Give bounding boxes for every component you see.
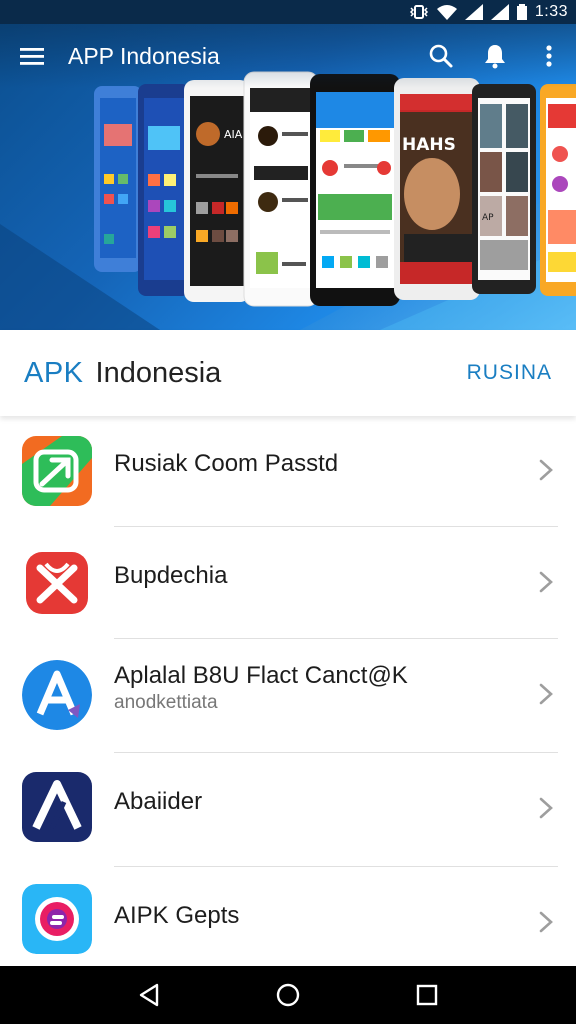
section-header: APK Indonesia RUSINA <box>0 330 576 416</box>
svg-text:AP: AP <box>482 213 494 223</box>
app-name: Bupdechia <box>114 562 228 589</box>
recents-icon <box>416 984 437 1006</box>
phone-mockup-2 <box>138 84 190 296</box>
search-icon <box>429 44 453 68</box>
list-item-text: Rusiak Coom Passtd <box>114 450 516 478</box>
svg-text:HAHS: HAHS <box>402 135 456 155</box>
pink-ring-app-icon <box>22 884 92 954</box>
app-name: Rusiak Coom Passtd <box>114 450 339 477</box>
divider <box>114 866 558 867</box>
app-bar: APP Indonesia <box>0 24 576 88</box>
app-list: Rusiak Coom Passtd Bupdechia Aplalal B8U… <box>0 416 576 966</box>
chevron-right-icon <box>539 683 553 705</box>
section-prefix: APK <box>24 356 84 389</box>
notifications-button[interactable] <box>468 24 522 88</box>
app-subtitle: anodkettiata <box>114 692 218 713</box>
list-item[interactable]: Rusiak Coom Passtd <box>0 416 576 526</box>
signal-icon-2 <box>490 4 509 20</box>
section-action-link[interactable]: RUSINA <box>467 361 552 385</box>
back-icon <box>140 983 159 1007</box>
vibrate-icon <box>409 4 429 20</box>
overflow-menu-button[interactable] <box>522 24 576 88</box>
chevron-right-icon <box>539 571 553 593</box>
divider <box>114 638 558 639</box>
back-button[interactable] <box>119 966 179 1024</box>
phone-mockup-6: HAHS <box>394 78 480 300</box>
phone-mockup-3: AIA <box>184 80 250 302</box>
list-item-text: Bupdechia <box>114 562 516 590</box>
recents-button[interactable] <box>397 966 457 1024</box>
more-vert-icon <box>546 45 552 67</box>
phone-mockup-7: AP <box>472 84 536 294</box>
red-x-app-icon <box>22 548 92 618</box>
hamburger-menu-icon <box>20 48 44 65</box>
app-name: Abaiider <box>114 788 203 815</box>
list-item-text: Aplalal B8U Flact Canct@K anodkettiata <box>114 662 516 714</box>
notifications-bell-icon <box>485 45 505 69</box>
svg-text:AIA: AIA <box>224 128 243 141</box>
battery-icon <box>516 4 527 20</box>
section-title: Indonesia <box>95 356 222 389</box>
list-item-text: AIPK Gepts <box>114 902 516 930</box>
menu-button[interactable] <box>0 24 64 88</box>
divider <box>114 526 558 527</box>
app-name: Aplalal B8U Flact Canct@K <box>114 662 408 689</box>
list-item[interactable]: Aplalal B8U Flact Canct@K anodkettiata <box>0 640 576 750</box>
chevron-right-icon <box>539 797 553 819</box>
divider <box>114 752 558 753</box>
chevron-right-icon <box>539 911 553 933</box>
search-button[interactable] <box>414 24 468 88</box>
wifi-icon <box>436 4 457 20</box>
status-clock: 1:33 <box>534 3 568 20</box>
blue-letter-a-app-icon <box>22 660 92 730</box>
chevron-right-icon <box>539 459 553 481</box>
list-item[interactable]: Bupdechia <box>0 528 576 638</box>
list-item[interactable]: Abaiider <box>0 754 576 864</box>
green-arrow-app-icon <box>22 436 92 506</box>
home-icon <box>276 983 300 1007</box>
phone-mockup-1 <box>94 86 142 272</box>
system-nav-bar <box>0 966 576 1024</box>
list-item[interactable]: AIPK Gepts <box>0 868 576 978</box>
phone-mockup-4 <box>243 71 319 307</box>
phone-mockup-5 <box>310 74 400 306</box>
home-button[interactable] <box>258 966 318 1024</box>
app-title: APP Indonesia <box>68 42 220 69</box>
signal-icon <box>464 4 483 20</box>
app-screen: 1:33 AIA HAHS AP APP Indonesia APK Indon… <box>0 0 576 1024</box>
list-item-text: Abaiider <box>114 788 516 816</box>
phone-mockup-8 <box>540 84 576 296</box>
dark-blue-a-app-icon <box>22 772 92 842</box>
app-name: AIPK Gepts <box>114 902 240 929</box>
status-bar: 1:33 <box>0 0 576 24</box>
